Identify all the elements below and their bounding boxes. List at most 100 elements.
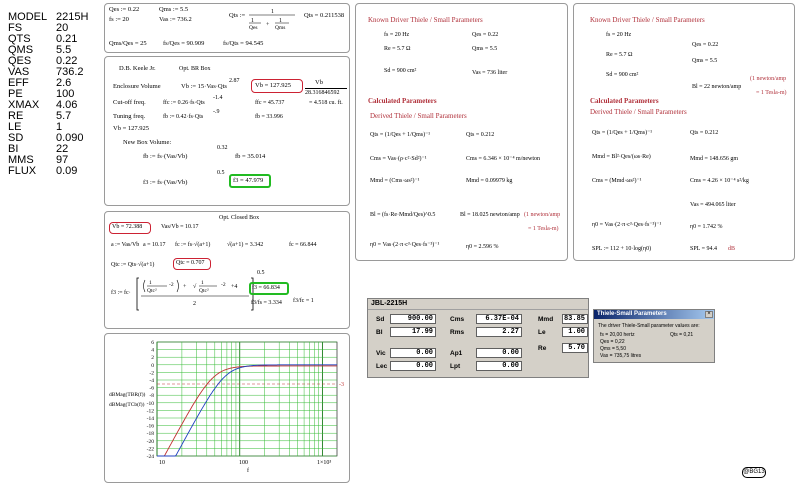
rms-field[interactable]: 2.27 (476, 327, 522, 337)
eta-derived-eq-2: η0 = Vas·(2·π·c³·Qes·fs⁻³)⁻¹ (592, 222, 662, 228)
f3-exp: 0.5 (217, 170, 225, 176)
ytick-label: 4 (151, 348, 154, 354)
close-icon[interactable]: × (705, 311, 713, 318)
svg-text:Qes: Qes (249, 25, 258, 30)
qts-fraction: 1 1 Qes + 1 Qms (249, 9, 295, 30)
thiele-small-dialog: Thiele-Small Parameters × The driver Thi… (593, 309, 715, 363)
ytick-label: -8 (149, 393, 154, 399)
author-badge: @BG13 (742, 467, 766, 478)
qts-derived-eq-2: Qts = (1/Qes + 1/Qms)⁻¹ (592, 130, 653, 136)
svg-text:1: 1 (271, 9, 274, 15)
mmd-field[interactable]: 83.85 (562, 314, 588, 324)
le-field[interactable]: 1.00 (562, 327, 588, 337)
svg-text:Qtc²: Qtc² (199, 288, 209, 294)
br-box-title: Opt. BR Box (179, 66, 211, 72)
bl-derived-value: Bl = 18.025 newton/amp (460, 212, 520, 218)
ts-vas: Vas = 735,75 litres (600, 353, 642, 359)
bl-note-2: = 1 Tesla-m) (528, 226, 559, 232)
f3-eq: f3 := fs·(Vas/Vb) (143, 179, 188, 186)
y-axis-label-br: dBMag(TBR(f)) (109, 391, 146, 398)
xtick-1000: 1×10³ (317, 460, 331, 466)
qts-derived-value-2: Qts = 0.212 (690, 130, 719, 136)
f3-fc-ratio: f3/fc = 1 (293, 298, 314, 304)
ytick-label: -18 (147, 431, 155, 437)
vb-echo: Vb = 127.925 (113, 125, 149, 132)
calculated-params-title-2: Calculated Parameters (590, 97, 659, 105)
spl-eq: SPL := 112 + 10·log(η0) (592, 246, 652, 252)
fc-eq: fc := fs·√(a+1) (175, 242, 211, 248)
f3-closed-exp: 0.5 (257, 270, 265, 276)
spl-value: SPL = 94.4 (690, 246, 717, 252)
svg-text:2: 2 (193, 301, 196, 307)
bl-derived-eq: Bl = (fs·Re·Mmd/Qes)^0.5 (370, 212, 436, 218)
mmd-derived-value: Mmd = 0.09979 kg (466, 178, 513, 184)
eta-derived-eq: η0 = Vas·(2·π·c³·Qes·fs⁻³)⁻¹ (370, 242, 440, 248)
ts-titlebar: Thiele-Small Parameters × (594, 310, 714, 319)
minus3-ref-label: -3 (339, 382, 344, 388)
qms-qes-ratio: Qms/Qes = 25 (109, 40, 147, 47)
qes-input[interactable]: Qes := 0.22 (109, 6, 139, 14)
sd-known-2: Sd = 900 cm² (606, 72, 639, 78)
fs-input[interactable]: fs := 20 (109, 16, 129, 24)
ytick-label: -10 (147, 401, 155, 407)
ytick-label: -6 (149, 386, 154, 392)
svg-text:1: 1 (149, 280, 152, 286)
closed-box-panel: Opt. Closed Box Vb = 72.388 Vas/Vb = 10.… (104, 211, 350, 329)
qts-eq: Qts := (229, 12, 246, 19)
vic-field[interactable]: 0.00 (390, 348, 436, 358)
sd-field[interactable]: 900.00 (390, 314, 436, 324)
lec-field[interactable]: 0.00 (390, 361, 436, 371)
f3-fs-ratio: f3/fs = 3.334 (251, 300, 282, 306)
fs-known: fs = 20 Hz (384, 32, 410, 38)
svg-text:1: 1 (201, 280, 204, 286)
re-field[interactable]: 5.70 (562, 343, 588, 353)
spec-flux: FLUX 0.09 (8, 165, 78, 177)
sd-known: Sd = 900 cm² (384, 68, 417, 74)
svg-text:Qtc²: Qtc² (147, 288, 157, 294)
calculated-params-title: Calculated Parameters (368, 97, 437, 105)
mmd-derived-value-2: Mmd = 148.656 gm (690, 156, 739, 162)
fs-qes-ratio: fs/Qes = 90.909 (163, 40, 205, 47)
vas-input[interactable]: Vas := 736.2 (159, 16, 192, 24)
cms-derived-eq: Cms = Vas·(ρ·c²·Sd²)⁻¹ (370, 156, 427, 162)
vb-closed-value: Vb = 72.388 (112, 224, 143, 230)
ytick-label: -12 (147, 408, 155, 414)
re-known-2: Re = 5.7 Ω (606, 52, 633, 58)
cutoff-eq: ffc := 0.26·fs·Qts (163, 100, 205, 106)
rms-label: Rms (450, 329, 465, 336)
spec-list: MODEL 2215H FS 20 QTS 0.21 QMS 5.5 QES 0.22 V… (0, 0, 100, 190)
ytick-label: -24 (147, 454, 155, 460)
vas-vb-ratio: Vas/Vb = 10.17 (161, 224, 199, 230)
cutoff-value: ffc = 45.737 (255, 100, 285, 106)
ytick-label: -22 (147, 446, 155, 452)
y-axis-label-cb: dBMag(TCb(f)) (109, 401, 145, 408)
vb-frac-line (305, 88, 347, 89)
enclosure-eq: Vb := 15·Vas·Qts (181, 83, 227, 90)
ts-qms: Qms = 5,50 (600, 346, 626, 352)
le-label: Le (538, 329, 546, 336)
vic-label: Vic (376, 350, 386, 357)
ts-qes: Qes = 0,22 (600, 339, 625, 345)
graph-panel: 6 4 2 0 -2 -4 -6 -8 -10 -12 -14 -16 -18 -20 -22 -24 -3 … (104, 333, 350, 483)
mmd-derived-eq-2: Mmd = Bl²·Qes/(ωs·Re) (592, 154, 651, 160)
tuning-exp: -.9 (213, 109, 220, 115)
fb-eq: fb := fs·(Vas/Vb) (143, 153, 188, 160)
qms-input[interactable]: Qms := 5.5 (159, 6, 188, 14)
ytick-label: -14 (147, 416, 155, 422)
cms-label: Cms (450, 316, 465, 323)
vb-frac-top: Vb (315, 79, 323, 86)
svg-text:+: + (266, 22, 270, 28)
ap1-field[interactable]: 0.00 (476, 348, 522, 358)
qms-known-2: Qms = 5.5 (692, 58, 718, 64)
driver-params-bl-panel: Known Driver Thiele / Small Parameters f… (573, 3, 795, 261)
a-value: a = 10.17 (143, 242, 166, 248)
fc-value: fc = 66.844 (289, 242, 317, 248)
lpt-field[interactable]: 0.00 (476, 361, 522, 371)
vas-known: Vas = 736 liter (472, 70, 508, 76)
cutoff-exp: -1.4 (213, 95, 223, 101)
cms-field[interactable]: 6.37E-04 (476, 314, 522, 324)
fb-value: fb = 35.014 (235, 153, 266, 160)
bl-field[interactable]: 17.99 (390, 327, 436, 337)
ytick-label: 2 (151, 355, 154, 361)
fb-exp: 0.32 (217, 145, 228, 151)
